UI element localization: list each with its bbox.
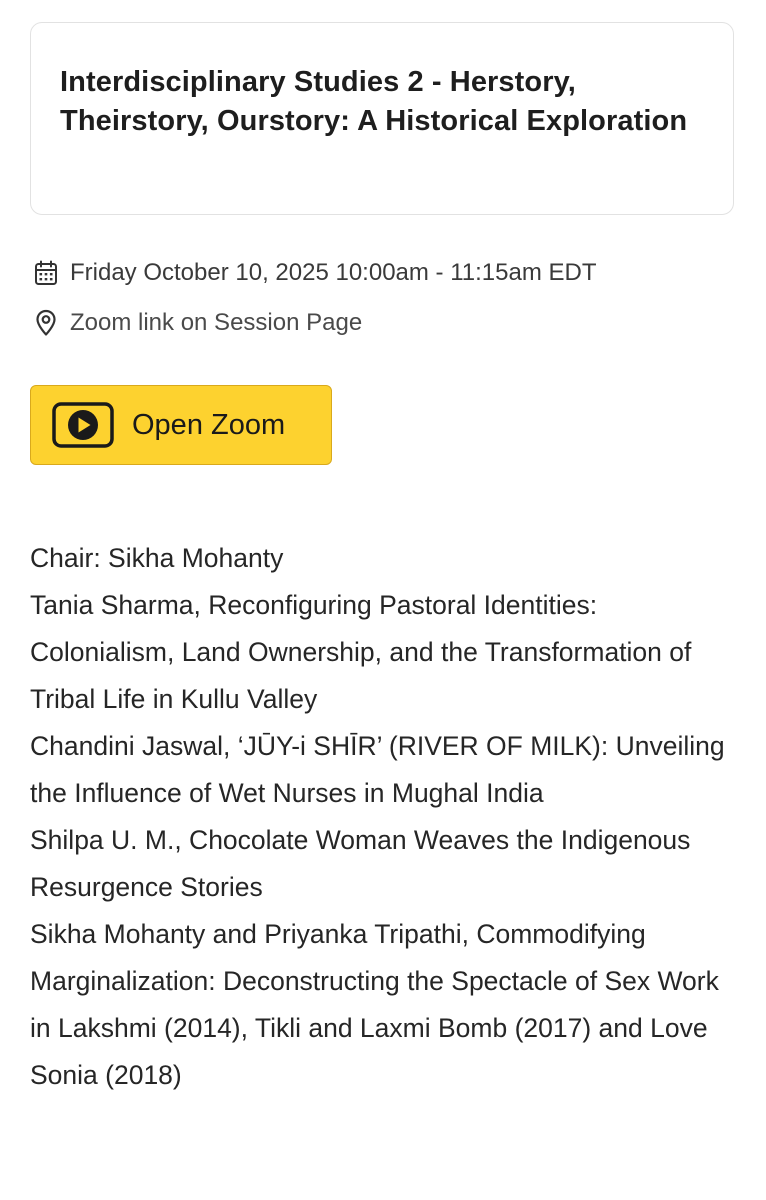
session-datetime-row: Friday October 10, 2025 10:00am - 11:15a… (32, 258, 597, 288)
presentation-item: Tania Sharma, Reconfiguring Pastoral Ide… (30, 590, 692, 714)
session-location: Zoom link on Session Page (70, 309, 363, 336)
presentation-item: Sikha Mohanty and Priyanka Tripathi, Com… (30, 919, 719, 1090)
presentation-item: Chandini Jaswal, ‘JŪY-i SHĪR’ (RIVER OF … (30, 731, 725, 808)
chair-line: Chair: Sikha Mohanty (30, 543, 284, 573)
session-description: Chair: Sikha Mohanty Tania Sharma, Recon… (30, 535, 740, 1099)
play-icon (52, 402, 114, 448)
presentation-item: Shilpa U. M., Chocolate Woman Weaves the… (30, 825, 691, 902)
map-pin-icon (32, 308, 60, 338)
session-datetime: Friday October 10, 2025 10:00am - 11:15a… (70, 259, 597, 286)
open-zoom-label: Open Zoom (132, 408, 286, 441)
open-zoom-button[interactable]: Open Zoom (30, 385, 332, 465)
session-title: Interdisciplinary Studies 2 - Herstory, … (60, 66, 688, 137)
session-title-card: Interdisciplinary Studies 2 - Herstory, … (30, 22, 734, 215)
calendar-icon (32, 258, 60, 288)
session-location-row: Zoom link on Session Page (32, 308, 362, 338)
